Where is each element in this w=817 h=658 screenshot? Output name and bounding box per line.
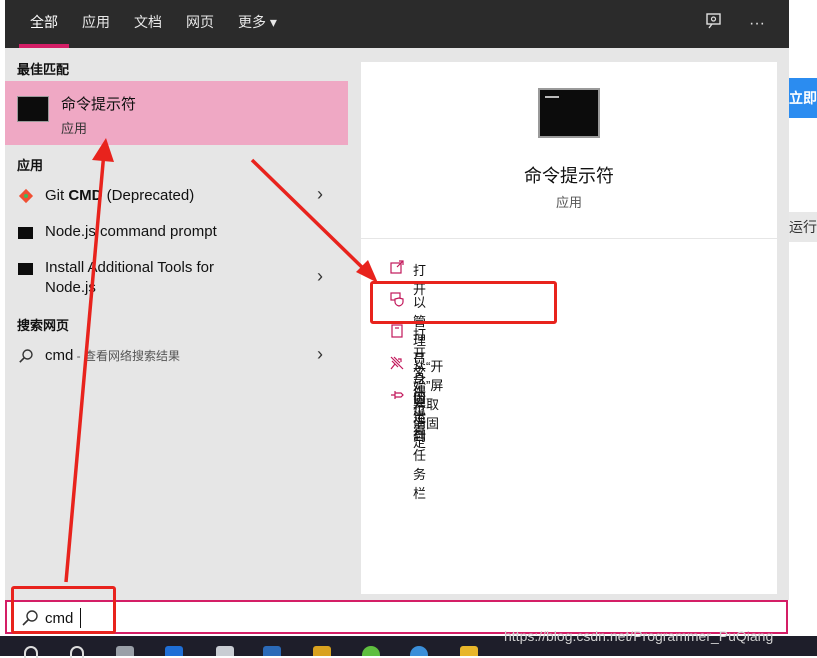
tab-more[interactable]: 更多 ▾ — [238, 0, 277, 48]
chevron-down-icon: ▾ — [269, 14, 277, 30]
store-icon[interactable] — [216, 646, 234, 656]
open-icon — [389, 259, 405, 275]
list-item-label: cmd - 查看网络搜索结果 — [45, 347, 181, 364]
unpin-icon — [389, 355, 405, 371]
git-icon — [18, 188, 34, 204]
background-download-tab: 立即下 — [789, 78, 817, 118]
folder-icon[interactable] — [460, 646, 478, 656]
list-item-git-cmd[interactable]: Git CMD (Deprecated) › — [5, 182, 348, 210]
pin-icon — [389, 387, 405, 403]
file-location-icon — [389, 323, 405, 339]
results-list: 最佳匹配 命令提示符 应用 应用 Git CMD (Deprecated) › … — [5, 48, 357, 600]
best-match-title: 命令提示符 — [61, 96, 137, 113]
edge-icon[interactable] — [165, 646, 183, 656]
app-icon[interactable] — [362, 646, 380, 656]
divider — [361, 238, 777, 239]
chevron-right-icon[interactable]: › — [317, 266, 331, 287]
watermark: https://blog.csdn.net/Programmer_PuQiang — [504, 628, 774, 644]
list-item-node-prompt[interactable]: Node.js command prompt — [5, 220, 348, 248]
best-match-subtitle: 应用 — [61, 121, 88, 136]
annotation-box-run-as-admin — [370, 281, 557, 324]
search-filter-bar: 全部 应用 文档 网页 更多 ▾ ··· — [5, 0, 789, 48]
list-item-install-tools[interactable]: Install Additional Tools for Node.js › — [5, 256, 348, 300]
list-item-label: Install Additional Tools for Node.js — [45, 259, 214, 296]
list-item-label: Git CMD (Deprecated) — [45, 187, 195, 204]
mail-icon[interactable] — [263, 646, 281, 656]
apps-heading: 应用 — [17, 158, 44, 173]
app-icon[interactable] — [313, 646, 331, 656]
feedback-icon[interactable] — [702, 12, 726, 36]
console-icon — [18, 263, 33, 275]
tab-documents[interactable]: 文档 — [134, 0, 162, 48]
tab-all[interactable]: 全部 — [30, 0, 58, 48]
cortana-icon[interactable] — [70, 646, 84, 658]
tab-apps[interactable]: 应用 — [82, 0, 110, 48]
command-prompt-icon — [17, 96, 49, 122]
detail-pane: 命令提示符 应用 打开 以管理员身份运行 打开文件位置 从“开始”屏幕取消固定 — [361, 62, 777, 594]
list-item-label: Node.js command prompt — [45, 223, 217, 240]
list-item-web-search[interactable]: cmd - 查看网络搜索结果 › — [5, 344, 348, 372]
more-options-icon[interactable]: ··· — [745, 12, 769, 36]
tab-web[interactable]: 网页 — [186, 0, 214, 48]
chevron-right-icon[interactable]: › — [317, 184, 331, 205]
console-icon — [18, 227, 33, 239]
web-search-heading: 搜索网页 — [17, 318, 70, 333]
search-icon — [18, 348, 34, 364]
best-match-item[interactable]: 命令提示符 应用 — [5, 81, 348, 145]
search-icon[interactable] — [24, 646, 38, 658]
chevron-right-icon[interactable]: › — [317, 344, 331, 365]
background-run-tab: 运行 — [789, 212, 817, 242]
best-match-heading: 最佳匹配 — [17, 62, 70, 77]
command-prompt-icon — [538, 88, 600, 138]
annotation-box-search — [11, 586, 116, 634]
detail-subtitle: 应用 — [555, 195, 582, 210]
task-view-icon[interactable] — [116, 646, 134, 656]
browser-icon[interactable] — [410, 646, 428, 656]
detail-title: 命令提示符 — [524, 166, 614, 186]
